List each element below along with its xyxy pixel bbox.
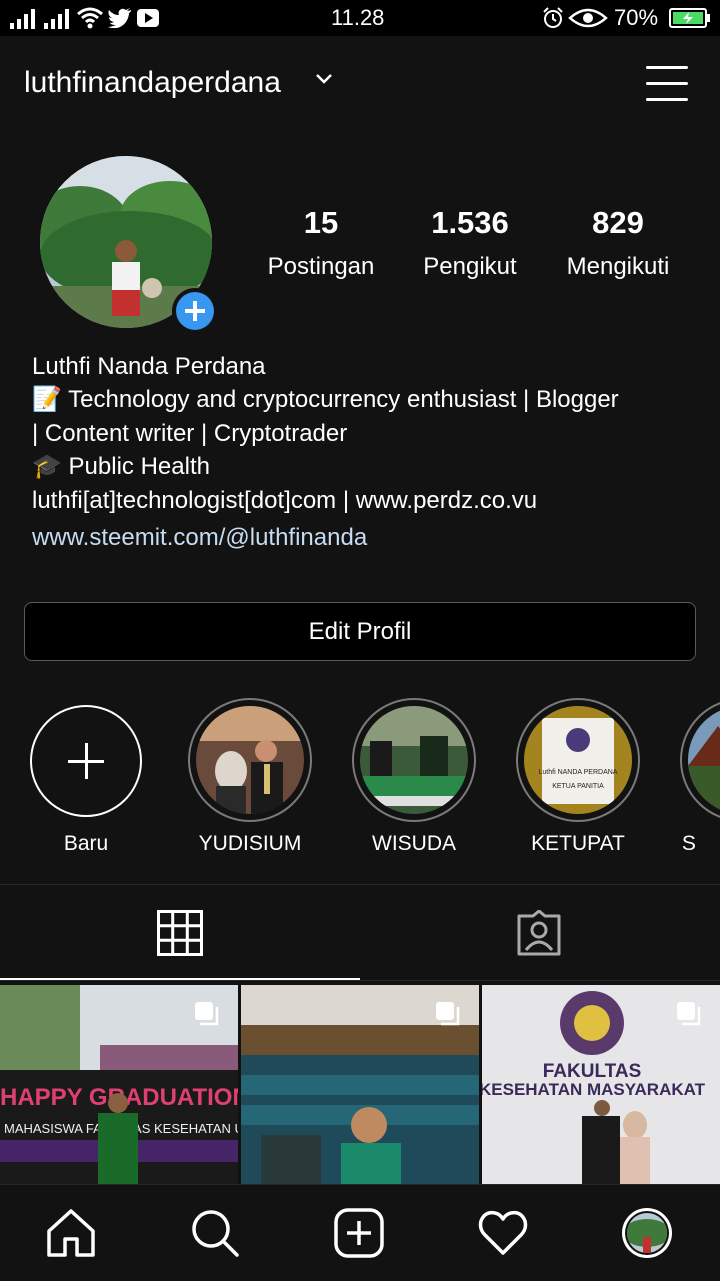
grid-icon[interactable] (157, 910, 203, 956)
photo-sign-subtext: KESEHATAN MASYARAKAT (482, 1080, 706, 1099)
divider (0, 980, 720, 981)
bio-line: 🎓 Public Health (32, 453, 210, 480)
badge-role-text: KETUA PANITIA (552, 783, 604, 790)
add-post-icon[interactable] (333, 1207, 385, 1259)
menu-icon[interactable] (646, 66, 688, 102)
highlight-label: YUDISIUM (198, 832, 302, 855)
stat-label: Pengikut (423, 253, 517, 280)
badge-name-text: Luthfi NANDA PERDANA (539, 769, 618, 776)
stat-followers[interactable]: 1.536 Pengikut (395, 205, 545, 281)
status-bar: 11.28 70% (0, 0, 720, 36)
youtube-icon (137, 9, 159, 27)
bio-line: | Content writer | Cryptotrader (32, 420, 348, 447)
photo-sign-text: FAKULTAS (543, 1061, 642, 1082)
eye-icon (568, 8, 608, 28)
search-icon[interactable] (189, 1207, 241, 1259)
bio-line: 📝 Technology and cryptocurrency enthusia… (32, 386, 619, 413)
home-icon[interactable] (45, 1207, 97, 1259)
profile-avatar[interactable] (621, 1207, 673, 1259)
status-time: 11.28 (331, 5, 385, 30)
divider (0, 884, 720, 885)
grid-photo[interactable]: FAKULTAS KESEHATAN MASYARAKAT (482, 985, 720, 1185)
bio-name: Luthfi Nanda Perdana (32, 353, 266, 380)
signal-icon (10, 9, 35, 29)
highlight-thumbnail (360, 706, 468, 814)
new-highlight-button[interactable] (30, 705, 142, 817)
username-switcher[interactable]: luthfinandaperdana (24, 66, 281, 100)
stat-posts[interactable]: 15 Postingan (246, 205, 396, 281)
highlight-thumbnail (196, 706, 304, 814)
signal-icon (44, 9, 69, 29)
multi-photo-icon (436, 1002, 460, 1026)
add-story-button[interactable] (172, 288, 218, 334)
highlight-label: KETUPAT (531, 832, 625, 855)
twitter-icon (108, 8, 131, 28)
highlight-is[interactable]: IS (680, 698, 720, 868)
bottom-navigation (0, 1184, 720, 1281)
highlight-label: IS (680, 832, 696, 855)
grid-photo[interactable]: HAPPY GRADUATION MAHASISWA FAKULTAS KESE… (0, 985, 238, 1185)
multi-photo-icon (677, 1002, 701, 1026)
stat-label: Postingan (267, 253, 375, 280)
heart-icon[interactable] (477, 1207, 529, 1259)
alarm-icon (543, 7, 563, 28)
highlight-label: WISUDA (372, 832, 456, 855)
wifi-icon (77, 7, 103, 29)
grid-photo[interactable] (241, 985, 479, 1185)
highlight-thumbnail: Luthfi NANDA PERDANA KETUA PANITIA (524, 706, 632, 814)
plus-icon (176, 292, 214, 330)
stat-label: Mengikuti (566, 253, 670, 280)
battery-charging-icon (669, 8, 710, 28)
multi-photo-icon (195, 1002, 219, 1026)
edit-profile-button[interactable]: Edit Profil (24, 602, 696, 661)
stat-value: 1.536 (431, 205, 509, 240)
stat-following[interactable]: 829 Mengikuti (543, 205, 693, 281)
tagged-photos-icon[interactable] (515, 910, 563, 956)
stat-value: 15 (303, 205, 339, 240)
bio-website-link[interactable]: www.steemit.com/@luthfinanda (32, 521, 692, 555)
chevron-down-icon[interactable] (315, 72, 333, 86)
battery-percent: 70% (614, 5, 659, 30)
highlight-label: Baru (63, 832, 109, 855)
bio-line: luthfi[at]technologist[dot]com | www.per… (32, 487, 538, 514)
stat-value: 829 (592, 205, 644, 240)
